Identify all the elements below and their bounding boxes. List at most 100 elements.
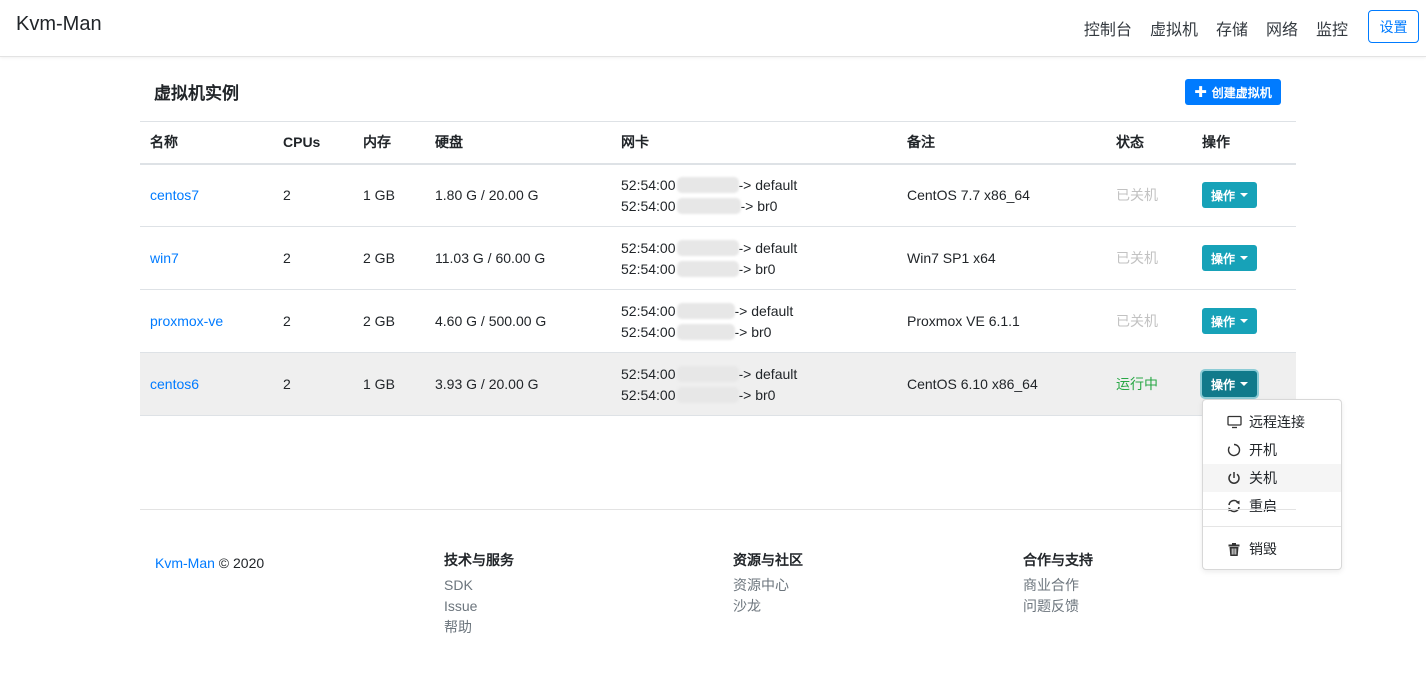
mac-prefix: 52:54:00 bbox=[621, 260, 676, 277]
vm-name-link[interactable]: centos7 bbox=[150, 187, 199, 203]
footer-link-help[interactable]: 帮助 bbox=[444, 619, 514, 640]
create-vm-label: 创建虚拟机 bbox=[1211, 85, 1272, 100]
nic-network: -> br0 bbox=[738, 386, 776, 403]
vm-note: CentOS 7.7 x86_64 bbox=[897, 163, 1106, 227]
vm-name-link[interactable]: win7 bbox=[150, 250, 179, 266]
top-navbar: Kvm-Man 控制台 虚拟机 存储 网络 监控 设置 bbox=[0, 0, 1426, 57]
actions-dropdown-button[interactable]: 操作 bbox=[1202, 371, 1258, 397]
header-note: 备注 bbox=[897, 121, 1106, 165]
header-memory: 内存 bbox=[353, 121, 425, 165]
mac-prefix: 52:54:00 bbox=[621, 386, 676, 403]
vm-name-link[interactable]: proxmox-ve bbox=[150, 313, 223, 329]
status-badge: 运行中 bbox=[1116, 376, 1158, 392]
vm-disk: 3.93 G / 20.00 G bbox=[425, 352, 611, 416]
caret-down-icon bbox=[1240, 256, 1249, 260]
actions-dropdown-button[interactable]: 操作 bbox=[1202, 182, 1258, 209]
vm-note: Proxmox VE 6.1.1 bbox=[897, 289, 1106, 353]
nic-network: -> br0 bbox=[734, 323, 772, 340]
vm-name-link[interactable]: centos6 bbox=[150, 376, 199, 392]
mac-prefix: 52:54:00 bbox=[621, 176, 676, 193]
caret-down-icon bbox=[1240, 382, 1249, 386]
mac-prefix: 52:54:00 bbox=[621, 323, 676, 340]
power-off-icon bbox=[1226, 470, 1242, 486]
menu-item-label: 远程连接 bbox=[1249, 414, 1305, 430]
footer-link-sdk[interactable]: SDK bbox=[444, 577, 514, 598]
vm-cpus: 2 bbox=[273, 289, 353, 353]
actions-label: 操作 bbox=[1211, 251, 1236, 266]
create-vm-button[interactable]: ✚ 创建虚拟机 bbox=[1185, 79, 1281, 105]
status-badge: 已关机 bbox=[1116, 250, 1158, 266]
footer-link-issue[interactable]: Issue bbox=[444, 598, 514, 619]
redacted-mac bbox=[676, 386, 739, 403]
menu-item-destroy[interactable]: 销毁 bbox=[1203, 535, 1341, 563]
copyright-text: © 2020 bbox=[214, 555, 265, 571]
monitor-icon bbox=[1226, 414, 1242, 430]
vm-nics: 52:54:00 -> default 52:54:00 -> br0 bbox=[611, 226, 897, 290]
footer-link-feedback[interactable]: 问题反馈 bbox=[1023, 598, 1093, 619]
nav-link-dashboard[interactable]: 控制台 bbox=[1084, 16, 1132, 40]
actions-label: 操作 bbox=[1211, 377, 1236, 392]
status-badge: 已关机 bbox=[1116, 187, 1158, 204]
footer-brand-link[interactable]: Kvm-Man bbox=[155, 555, 215, 571]
table-row: centos7 2 1 GB 1.80 G / 20.00 G 52:54:00… bbox=[140, 163, 1296, 227]
table-header-row: 名称 CPUs 内存 硬盘 网卡 备注 状态 操作 bbox=[140, 121, 1296, 165]
footer-column-partners: 合作与支持 商业合作 问题反馈 bbox=[1023, 552, 1093, 619]
menu-item-label: 开机 bbox=[1249, 442, 1277, 458]
vm-disk: 1.80 G / 20.00 G bbox=[425, 163, 611, 227]
vm-note: Win7 SP1 x64 bbox=[897, 226, 1106, 290]
settings-button[interactable]: 设置 bbox=[1368, 10, 1419, 43]
vm-memory: 2 GB bbox=[353, 226, 425, 290]
nav-link-monitor[interactable]: 监控 bbox=[1316, 16, 1348, 40]
vm-nics: 52:54:00 -> default 52:54:00 -> br0 bbox=[611, 289, 897, 353]
vm-memory: 1 GB bbox=[353, 163, 425, 227]
footer-link-salon[interactable]: 沙龙 bbox=[733, 598, 803, 619]
actions-dropdown-button[interactable]: 操作 bbox=[1202, 245, 1258, 271]
nav-link-network[interactable]: 网络 bbox=[1266, 16, 1298, 40]
trash-icon bbox=[1226, 541, 1242, 557]
redacted-mac bbox=[676, 323, 735, 340]
footer-copyright: Kvm-Man © 2020 bbox=[155, 555, 264, 571]
mac-prefix: 52:54:00 bbox=[621, 239, 676, 256]
menu-divider bbox=[1203, 526, 1341, 527]
brand-logo[interactable]: Kvm-Man bbox=[16, 13, 102, 36]
nic-network: -> br0 bbox=[740, 197, 778, 214]
table-row: centos6 2 1 GB 3.93 G / 20.00 G 52:54:00… bbox=[140, 352, 1296, 416]
nav-link-vms[interactable]: 虚拟机 bbox=[1150, 16, 1198, 40]
menu-item-remote-connect[interactable]: 远程连接 bbox=[1203, 408, 1341, 436]
page-title: 虚拟机实例 bbox=[154, 84, 239, 103]
menu-item-label: 关机 bbox=[1249, 470, 1277, 486]
caret-down-icon bbox=[1240, 193, 1249, 198]
menu-item-power-on[interactable]: 开机 bbox=[1203, 436, 1341, 464]
nic-network: -> default bbox=[738, 365, 798, 382]
nav-link-storage[interactable]: 存储 bbox=[1216, 16, 1248, 40]
footer-column-title: 资源与社区 bbox=[733, 552, 803, 568]
vm-note: CentOS 6.10 x86_64 bbox=[897, 352, 1106, 416]
plus-icon: ✚ bbox=[1194, 83, 1207, 101]
refresh-icon bbox=[1226, 498, 1242, 514]
footer-divider bbox=[140, 509, 1296, 510]
redacted-mac bbox=[676, 197, 741, 214]
nic-network: -> default bbox=[734, 302, 794, 319]
menu-item-label: 销毁 bbox=[1249, 541, 1277, 557]
actions-label: 操作 bbox=[1211, 314, 1236, 329]
footer-link-resource-center[interactable]: 资源中心 bbox=[733, 577, 803, 598]
header-name: 名称 bbox=[140, 121, 273, 165]
vm-nics: 52:54:00 -> default 52:54:00 -> br0 bbox=[611, 163, 897, 227]
vm-table: 名称 CPUs 内存 硬盘 网卡 备注 状态 操作 centos7 2 1 GB… bbox=[140, 121, 1296, 416]
vm-memory: 1 GB bbox=[353, 352, 425, 416]
nic-network: -> default bbox=[738, 176, 798, 193]
header-disk: 硬盘 bbox=[425, 121, 611, 165]
caret-down-icon bbox=[1240, 319, 1249, 323]
header-status: 状态 bbox=[1106, 121, 1192, 165]
actions-label: 操作 bbox=[1211, 188, 1236, 203]
menu-item-restart[interactable]: 重启 bbox=[1203, 492, 1341, 520]
mac-prefix: 52:54:00 bbox=[621, 365, 676, 382]
actions-dropdown-button[interactable]: 操作 bbox=[1202, 308, 1258, 334]
footer-link-business[interactable]: 商业合作 bbox=[1023, 577, 1093, 598]
nic-network: -> default bbox=[738, 239, 798, 256]
redacted-mac bbox=[676, 302, 735, 319]
table-row: win7 2 2 GB 11.03 G / 60.00 G 52:54:00 -… bbox=[140, 226, 1296, 290]
vm-memory: 2 GB bbox=[353, 289, 425, 353]
menu-item-power-off[interactable]: 关机 bbox=[1203, 464, 1341, 492]
footer-column-resources: 资源与社区 资源中心 沙龙 bbox=[733, 552, 803, 619]
